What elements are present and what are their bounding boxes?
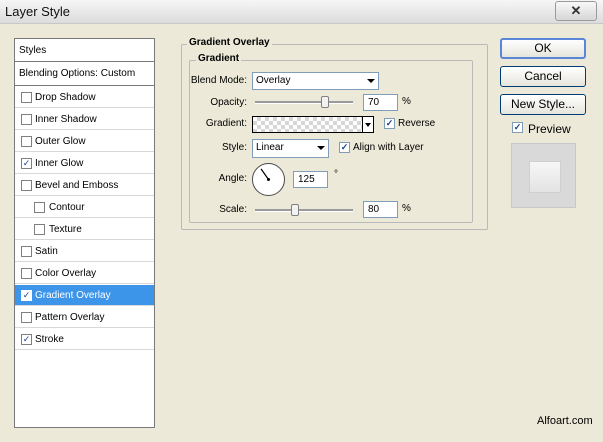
gradient-overlay-title: Gradient Overlay xyxy=(187,37,272,48)
reverse-label: Reverse xyxy=(398,118,436,129)
close-icon: ✕ xyxy=(570,3,582,18)
angle-needle xyxy=(260,168,269,180)
style-item-checkbox[interactable] xyxy=(34,224,45,235)
close-button[interactable]: ✕ xyxy=(555,1,597,21)
check-icon: ✓ xyxy=(513,122,522,132)
blending-options-item[interactable]: Blending Options: Custom xyxy=(15,62,154,86)
chevron-down-icon xyxy=(365,123,371,127)
blend-mode-value: Overlay xyxy=(256,75,291,86)
cancel-button[interactable]: Cancel xyxy=(500,66,586,87)
watermark: Alfoart.com xyxy=(537,415,593,427)
style-item-checkbox[interactable] xyxy=(21,114,32,125)
align-with-layer-label: Align with Layer xyxy=(353,142,424,153)
scale-slider-thumb[interactable] xyxy=(291,204,300,216)
chevron-down-icon xyxy=(367,79,375,83)
style-item-checkbox[interactable]: ✓ xyxy=(21,158,32,169)
opacity-slider-thumb[interactable] xyxy=(320,96,329,108)
title-bar[interactable]: Layer Style ✕ xyxy=(0,0,603,24)
style-item[interactable]: Texture xyxy=(15,219,154,240)
style-item-label: Inner Shadow xyxy=(35,114,97,125)
angle-center-dot xyxy=(267,178,270,181)
gradient-dropdown-button[interactable] xyxy=(363,116,374,133)
style-item[interactable]: Inner Shadow xyxy=(15,109,154,130)
opacity-input[interactable]: 70 xyxy=(363,94,398,111)
style-item-label: Contour xyxy=(49,202,85,213)
angle-label: Angle: xyxy=(218,173,247,184)
style-item-checkbox[interactable] xyxy=(21,246,32,257)
style-item[interactable]: ✓ Stroke xyxy=(15,329,154,350)
gradient-label: Gradient: xyxy=(205,118,247,129)
angle-unit: ° xyxy=(334,169,338,180)
style-item[interactable]: Outer Glow xyxy=(15,131,154,152)
style-label: Style: xyxy=(221,142,247,153)
style-item-checkbox[interactable] xyxy=(34,202,45,213)
style-item-label: Stroke xyxy=(35,334,64,345)
angle-dial[interactable] xyxy=(252,163,285,196)
style-item[interactable]: Pattern Overlay xyxy=(15,307,154,328)
style-item-checkbox[interactable] xyxy=(21,136,32,147)
angle-input[interactable]: 125 xyxy=(293,171,328,188)
style-item-label: Gradient Overlay xyxy=(35,290,111,301)
style-item[interactable]: Bevel and Emboss xyxy=(15,175,154,196)
scale-label: Scale: xyxy=(219,204,247,215)
style-item-label: Outer Glow xyxy=(35,136,86,147)
style-item-label: Color Overlay xyxy=(35,268,97,279)
style-item-checkbox[interactable]: ✓ xyxy=(21,290,32,301)
check-icon: ✓ xyxy=(385,118,394,128)
style-item[interactable]: Color Overlay xyxy=(15,263,154,284)
style-item[interactable]: Contour xyxy=(15,197,154,218)
style-item[interactable]: Drop Shadow xyxy=(15,87,154,108)
scale-unit: % xyxy=(402,203,411,214)
preview-swatch xyxy=(529,161,561,193)
style-item-label: Inner Glow xyxy=(35,158,84,169)
scale-slider[interactable] xyxy=(255,209,353,212)
style-item[interactable]: ✓ Gradient Overlay xyxy=(15,285,154,306)
style-item-checkbox[interactable] xyxy=(21,180,32,191)
gradient-picker[interactable] xyxy=(252,116,363,133)
opacity-label: Opacity: xyxy=(210,97,247,108)
gradient-subgroup-title: Gradient xyxy=(196,53,242,64)
opacity-unit: % xyxy=(402,96,411,107)
styles-list: Styles Blending Options: Custom Drop Sha… xyxy=(14,38,155,428)
style-item-label: Drop Shadow xyxy=(35,92,96,103)
window-title: Layer Style xyxy=(5,4,71,19)
style-item-checkbox[interactable]: ✓ xyxy=(21,334,32,345)
style-item-checkbox[interactable] xyxy=(21,312,32,323)
chevron-down-icon xyxy=(317,146,325,150)
style-item[interactable]: Satin xyxy=(15,241,154,262)
style-item-label: Satin xyxy=(35,246,58,257)
preview-thumbnail xyxy=(511,143,576,208)
preview-label: Preview xyxy=(528,122,571,136)
style-item-label: Bevel and Emboss xyxy=(35,180,119,191)
scale-input[interactable]: 80 xyxy=(363,201,398,218)
align-with-layer-checkbox[interactable]: ✓ xyxy=(339,142,350,153)
styles-header[interactable]: Styles xyxy=(15,39,154,62)
new-style-button[interactable]: New Style... xyxy=(500,94,586,115)
ok-button[interactable]: OK xyxy=(500,38,586,59)
opacity-slider[interactable] xyxy=(255,101,353,104)
style-item[interactable]: ✓ Inner Glow xyxy=(15,153,154,174)
blend-mode-label: Blend Mode: xyxy=(190,75,247,86)
style-item-label: Texture xyxy=(49,224,82,235)
reverse-checkbox[interactable]: ✓ xyxy=(384,118,395,129)
style-item-label: Pattern Overlay xyxy=(35,312,105,323)
check-icon: ✓ xyxy=(340,142,349,152)
style-item-checkbox[interactable] xyxy=(21,92,32,103)
style-value: Linear xyxy=(256,142,284,153)
blend-mode-select[interactable]: Overlay xyxy=(252,72,379,90)
preview-checkbox[interactable]: ✓ xyxy=(512,122,523,133)
layer-style-dialog: Layer Style ✕ Styles Blending Options: C… xyxy=(0,0,603,442)
style-item-checkbox[interactable] xyxy=(21,268,32,279)
style-select[interactable]: Linear xyxy=(252,139,329,158)
